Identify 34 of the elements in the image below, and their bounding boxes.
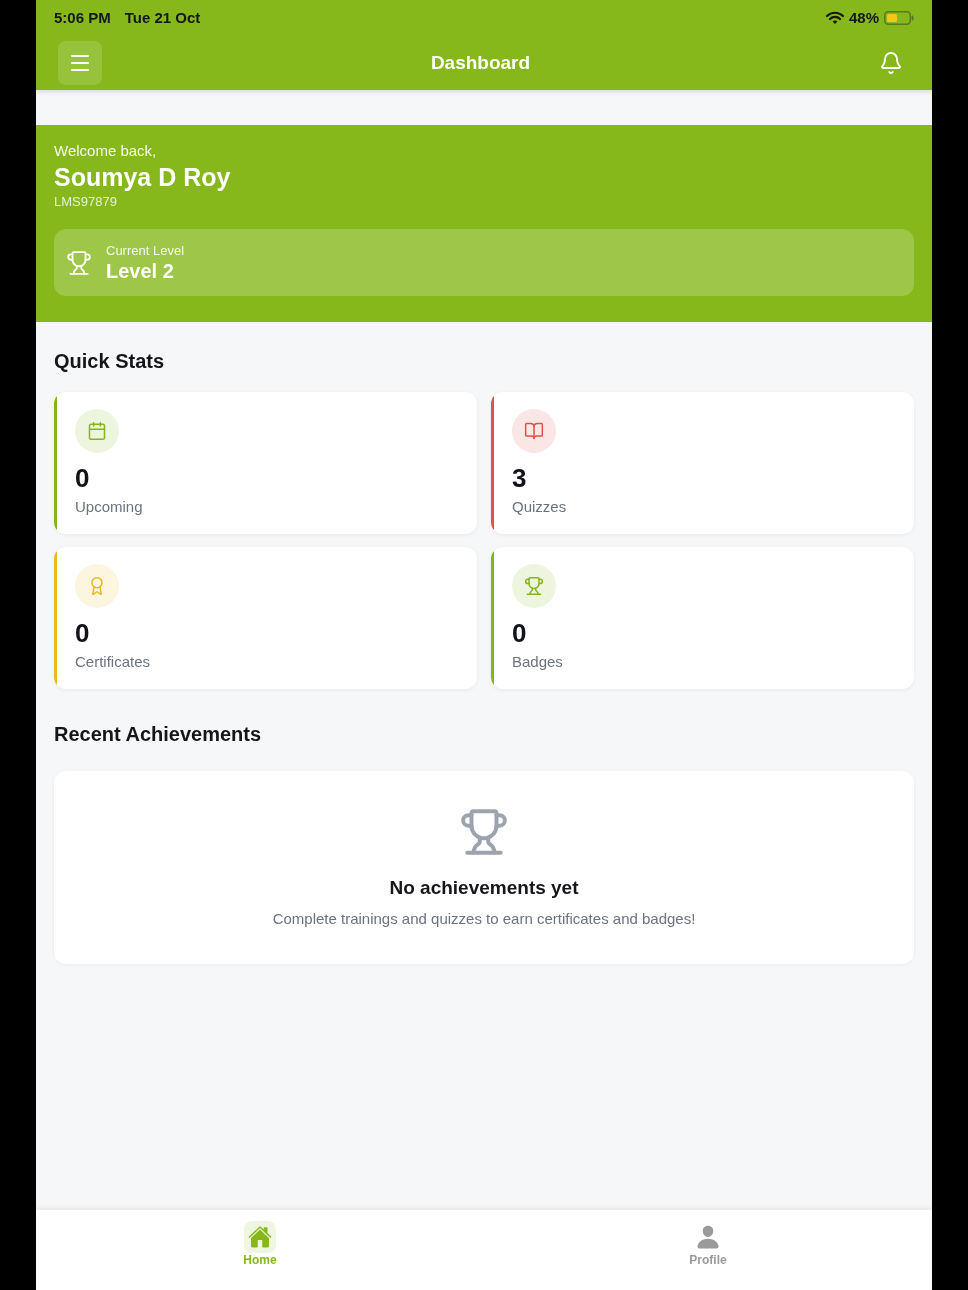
stat-value: 3 [512,463,527,493]
stat-label: Quizzes [512,498,567,516]
page-title: Dashboard [430,51,531,75]
section-title: Recent Achievements [54,722,263,746]
calendar-icon [75,409,119,453]
nav-tab[interactable]: Profile [687,1221,729,1267]
menu-button[interactable] [58,41,102,85]
trophy-icon [512,564,556,608]
welcome-greeting: Welcome back, [54,142,158,160]
level-label: Current Level [106,242,185,259]
battery-percentage: 48% [848,9,879,27]
notification-bell-icon[interactable] [879,51,903,75]
status-date: Tue 21 Oct [124,9,201,27]
stat-label: Certificates [75,653,151,671]
status-time: 5:06 PM [54,9,111,27]
battery-icon [884,11,914,25]
level-value: Level 2 [106,258,175,283]
house-icon [244,1221,276,1253]
stat-value: 0 [75,463,90,493]
stat-value: 0 [75,618,90,648]
user-name: Soumya D Roy [54,162,232,192]
wifi-icon [825,11,844,25]
open-book-icon [512,409,556,453]
section-title: Quick Stats [54,349,166,373]
stat-label: Upcoming [75,498,143,516]
stat-label: Badges [512,653,563,671]
stat-value: 0 [512,618,527,648]
nav-tab[interactable]: Home [241,1221,279,1267]
award-ribbon-icon [75,564,119,608]
empty-state-message: Complete trainings and quizzes to earn certificates and badges! [272,910,696,928]
empty-state-title: No achievements yet [389,876,579,900]
user-id: LMS97879 [54,194,118,210]
trophy-icon [459,807,509,857]
trophy-icon [66,249,92,276]
